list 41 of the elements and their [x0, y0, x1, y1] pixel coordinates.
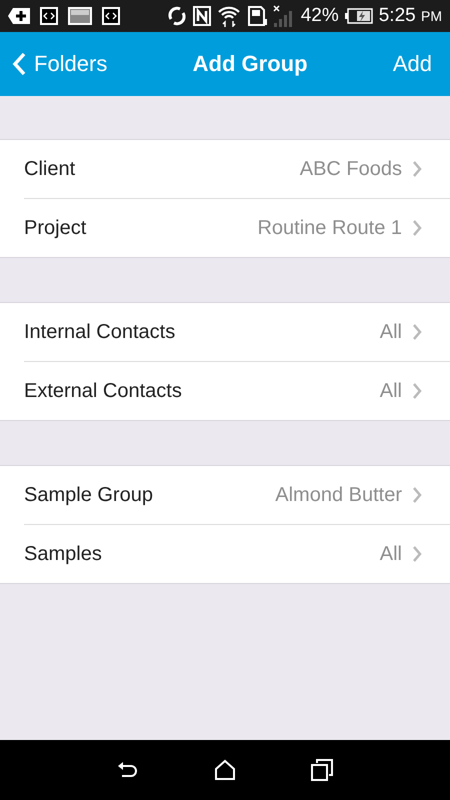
row-label: External Contacts [24, 380, 183, 402]
battery-percentage: 42% [300, 5, 339, 27]
row-label: Internal Contacts [24, 320, 176, 344]
recent-apps-icon[interactable] [310, 759, 333, 781]
row-label: Project [24, 216, 88, 240]
chevron-right-icon [412, 545, 422, 563]
row-label: Sample Group [24, 484, 154, 506]
screen-title: Add Group [192, 51, 308, 77]
back-icon[interactable] [117, 760, 140, 780]
list-row[interactable]: Sample Group Almond Butter [24, 466, 450, 525]
row-label: Client [24, 158, 76, 180]
wifi-icon [216, 5, 241, 27]
row-value: All [380, 320, 402, 344]
chevron-right-icon [412, 160, 422, 178]
list-row[interactable]: Project Routine Route 1 [24, 199, 450, 257]
chevron-left-icon [12, 52, 26, 76]
row-label: Samples [24, 542, 103, 566]
image-icon [68, 7, 92, 25]
row-value: Almond Butter [275, 484, 402, 506]
nfc-icon [192, 6, 211, 26]
list-row[interactable]: External Contacts All [24, 362, 450, 420]
list-row[interactable]: Internal Contacts All [24, 303, 450, 362]
clock: 5:25 PM [378, 5, 442, 27]
code-icon [102, 7, 120, 25]
row-value: Routine Route 1 [257, 216, 402, 240]
row-value: All [380, 542, 402, 566]
sync-icon [166, 6, 187, 26]
code-icon [40, 7, 58, 25]
chevron-right-icon [412, 486, 422, 504]
battery-charging-icon [344, 8, 373, 24]
chevron-right-icon [412, 219, 422, 237]
list-row[interactable]: Samples All [24, 525, 450, 583]
row-value: ABC Foods [300, 158, 402, 180]
sd-card-icon [246, 5, 267, 27]
chevron-right-icon [412, 323, 422, 341]
notification-icon [8, 8, 30, 24]
chevron-right-icon [412, 382, 422, 400]
home-icon[interactable] [214, 759, 236, 781]
row-value: All [380, 380, 402, 402]
list-row[interactable]: Client ABC Foods [24, 140, 450, 199]
signal-icon [272, 5, 295, 27]
